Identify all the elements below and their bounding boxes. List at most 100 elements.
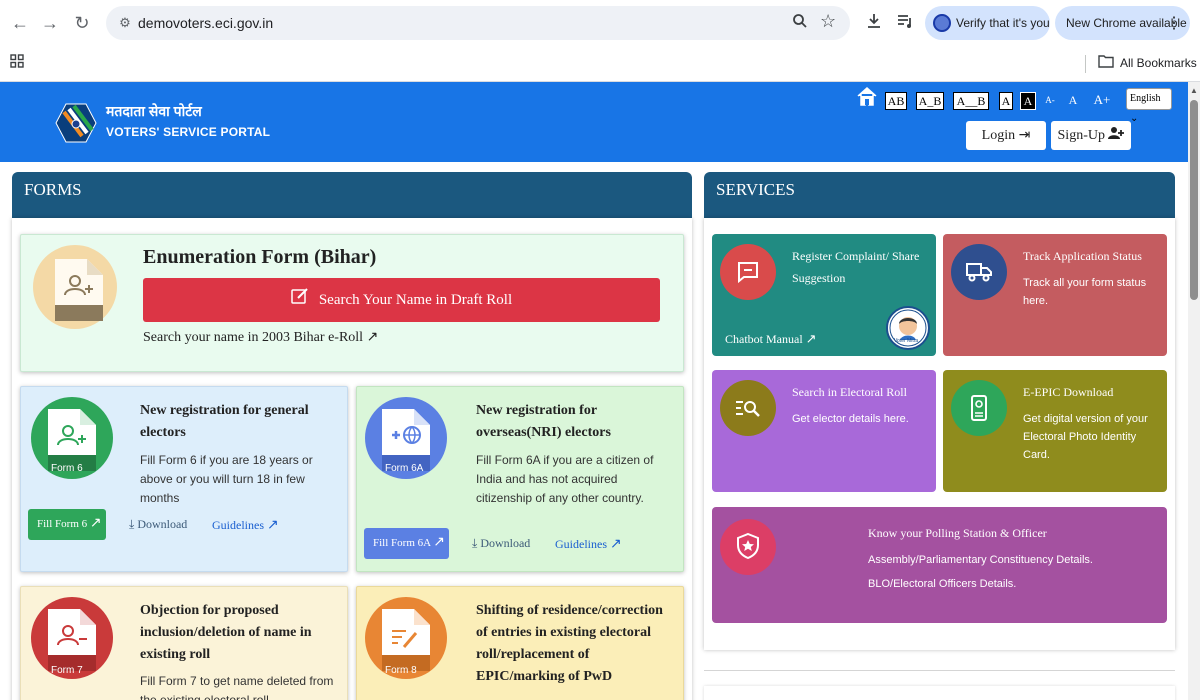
scrollbar-thumb[interactable] bbox=[1190, 100, 1198, 300]
menu-kebab-icon[interactable]: ⋮ bbox=[1166, 13, 1182, 33]
shield-star-icon bbox=[737, 532, 759, 564]
section-divider bbox=[704, 670, 1175, 671]
arrow-up-right-icon: ↗ bbox=[366, 330, 379, 345]
polling-station-card[interactable]: Know your Polling Station & Officer Asse… bbox=[712, 507, 1167, 623]
form-6a-download-label: Download bbox=[480, 536, 531, 550]
fill-form-6a-button[interactable]: Fill Form 6A ↗ bbox=[364, 528, 449, 559]
font-normal-button[interactable]: A bbox=[1066, 92, 1080, 110]
scroll-up-icon[interactable]: ▲ bbox=[1190, 86, 1198, 95]
register-complaint-card[interactable]: Register Complaint/ Share Suggestion Cha… bbox=[712, 234, 936, 356]
search-electoral-roll-card[interactable]: Search in Electoral Roll Get elector det… bbox=[712, 370, 936, 492]
form-6a-card: Form 6A New registration for overseas(NR… bbox=[356, 386, 684, 572]
truck-icon bbox=[966, 261, 992, 288]
arrow-up-right-icon: ↗ bbox=[805, 331, 817, 346]
form-7-card: Form 7 Objection for proposed inclusion/… bbox=[20, 586, 348, 700]
form-6a-download-link[interactable]: ⤓ Download bbox=[472, 536, 530, 551]
back-arrow-icon[interactable]: ← bbox=[8, 11, 32, 35]
login-label: Login bbox=[981, 128, 1016, 143]
bookmarks-divider bbox=[1085, 55, 1086, 73]
bookmark-star-icon[interactable]: ☆ bbox=[820, 11, 840, 31]
accessibility-light-contrast[interactable]: A bbox=[999, 92, 1013, 110]
search-draft-roll-button[interactable]: Search Your Name in Draft Roll bbox=[143, 278, 660, 322]
chatbot-manual-label: Chatbot Manual bbox=[725, 332, 803, 346]
bihar-e-roll-link[interactable]: Search your name in 2003 Bihar e-Roll ↗ bbox=[143, 329, 378, 346]
arrow-up-right-icon: ↗ bbox=[267, 518, 279, 533]
font-increase-button[interactable]: A+ bbox=[1091, 92, 1113, 110]
constituency-details-text: Assembly/Parliamentary Constituency Deta… bbox=[868, 554, 1093, 566]
verify-identity-button[interactable]: Verify that it's you bbox=[925, 6, 1050, 40]
zoom-icon[interactable] bbox=[792, 13, 812, 33]
login-button[interactable]: Login ⇥ bbox=[966, 121, 1046, 150]
chatbot-manual-link[interactable]: Chatbot Manual ↗ bbox=[725, 331, 817, 347]
language-select[interactable]: English ⌄ bbox=[1126, 88, 1172, 124]
download-icon: ⤓ bbox=[129, 517, 135, 531]
track-application-title: Track Application Status bbox=[1023, 249, 1142, 263]
search-list-icon bbox=[735, 398, 761, 423]
form-6-label: Form 6 bbox=[51, 463, 83, 474]
add-user-document-icon bbox=[55, 259, 103, 326]
accessibility-dark-contrast[interactable]: A bbox=[1020, 92, 1036, 110]
chat-message-icon bbox=[736, 260, 760, 289]
apps-grid-icon[interactable] bbox=[10, 54, 26, 70]
form-6a-description: Fill Form 6A if you are a citizen of Ind… bbox=[476, 453, 654, 505]
fill-form-6-button[interactable]: Fill Form 6 ↗ bbox=[28, 509, 106, 540]
forward-arrow-icon[interactable]: → bbox=[38, 11, 62, 35]
verify-label: Verify that it's you bbox=[956, 16, 1050, 30]
site-header: मतदाता सेवा पोर्टल VOTERS' SERVICE PORTA… bbox=[0, 82, 1188, 162]
font-decrease-button[interactable]: A- bbox=[1043, 92, 1057, 110]
new-chrome-available-button[interactable]: New Chrome available ⋮ bbox=[1055, 6, 1190, 40]
bookmarks-bar: All Bookmarks bbox=[0, 46, 1200, 82]
add-user-icon bbox=[1108, 127, 1125, 143]
form-6-card: Form 6 New registration for general elec… bbox=[20, 386, 348, 572]
download-icon[interactable] bbox=[863, 12, 885, 34]
accessibility-a-b[interactable]: A_B bbox=[916, 92, 944, 110]
reading-list-icon[interactable] bbox=[894, 12, 916, 34]
all-bookmarks-link[interactable]: All Bookmarks bbox=[1120, 56, 1197, 70]
form-6a-guidelines-link[interactable]: Guidelines ↗ bbox=[555, 536, 622, 553]
accessibility-a-wide-b[interactable]: A__B bbox=[953, 92, 989, 110]
form-6-download-link[interactable]: ⤓ Download bbox=[129, 517, 187, 532]
form-6a-label: Form 6A bbox=[385, 463, 424, 474]
form-6-guidelines-label: Guidelines bbox=[212, 518, 264, 532]
services-panel-header: SERVICES bbox=[704, 172, 1175, 218]
signup-button[interactable]: Sign-Up bbox=[1051, 121, 1131, 150]
form-7-title: Objection for proposed inclusion/deletio… bbox=[140, 603, 312, 662]
track-application-card[interactable]: Track Application Status Track all your … bbox=[943, 234, 1167, 356]
folder-icon[interactable] bbox=[1098, 54, 1114, 71]
form-6-title: New registration for general electors bbox=[140, 403, 309, 440]
form-6-guidelines-link[interactable]: Guidelines ↗ bbox=[212, 517, 279, 534]
home-icon[interactable] bbox=[856, 85, 878, 107]
page-scrollbar[interactable]: ▲ bbox=[1188, 82, 1200, 700]
arrow-up-right-icon: ↗ bbox=[89, 516, 102, 531]
language-value: English bbox=[1130, 93, 1161, 104]
signup-label: Sign-Up bbox=[1057, 128, 1105, 143]
enumeration-title: Enumeration Form (Bihar) bbox=[143, 246, 377, 268]
e-epic-download-description: Get digital version of your Electoral Ph… bbox=[1023, 413, 1148, 461]
reload-icon[interactable]: ↻ bbox=[70, 11, 94, 35]
fill-form-6a-label: Fill Form 6A bbox=[373, 537, 431, 549]
enumeration-form-card: Enumeration Form (Bihar) Search Your Nam… bbox=[20, 234, 684, 372]
form-8-title: Shifting of residence/correction of entr… bbox=[476, 603, 663, 684]
search-draft-roll-label: Search Your Name in Draft Roll bbox=[318, 292, 513, 308]
e-epic-download-title: E-EPIC Download bbox=[1023, 385, 1114, 399]
form-6a-guidelines-label: Guidelines bbox=[555, 537, 607, 551]
eci-logo-icon bbox=[52, 100, 100, 146]
e-epic-download-card[interactable]: E-EPIC Download Get digital version of y… bbox=[943, 370, 1167, 492]
page-content: मतदाता सेवा पोर्टल VOTERS' SERVICE PORTA… bbox=[0, 82, 1188, 700]
blo-officers-text: BLO/Electoral Officers Details. bbox=[868, 578, 1017, 590]
browser-toolbar: ← → ↻ ⚙ demovoters.eci.gov.in ☆ Verify t… bbox=[0, 0, 1200, 46]
forms-heading: FORMS bbox=[24, 180, 82, 199]
bihar-e-roll-label: Search your name in 2003 Bihar e-Roll bbox=[143, 330, 364, 345]
forms-panel-header: FORMS bbox=[12, 172, 692, 218]
site-settings-icon[interactable]: ⚙ bbox=[116, 14, 134, 32]
portal-title-hindi: मतदाता सेवा पोर्टल bbox=[106, 103, 202, 119]
address-bar[interactable]: ⚙ demovoters.eci.gov.in ☆ bbox=[106, 6, 850, 40]
accessibility-ab[interactable]: AB bbox=[885, 92, 907, 110]
arrow-up-right-icon: ↗ bbox=[610, 537, 622, 552]
login-icon: ⇥ bbox=[1018, 128, 1031, 143]
search-electoral-roll-title: Search in Electoral Roll bbox=[792, 385, 907, 399]
form-8-card: Form 8 Shifting of residence/correction … bbox=[356, 586, 684, 700]
url-text: demovoters.eci.gov.in bbox=[138, 15, 274, 31]
search-electoral-roll-description: Get elector details here. bbox=[792, 413, 909, 425]
next-section-panel bbox=[704, 686, 1175, 700]
